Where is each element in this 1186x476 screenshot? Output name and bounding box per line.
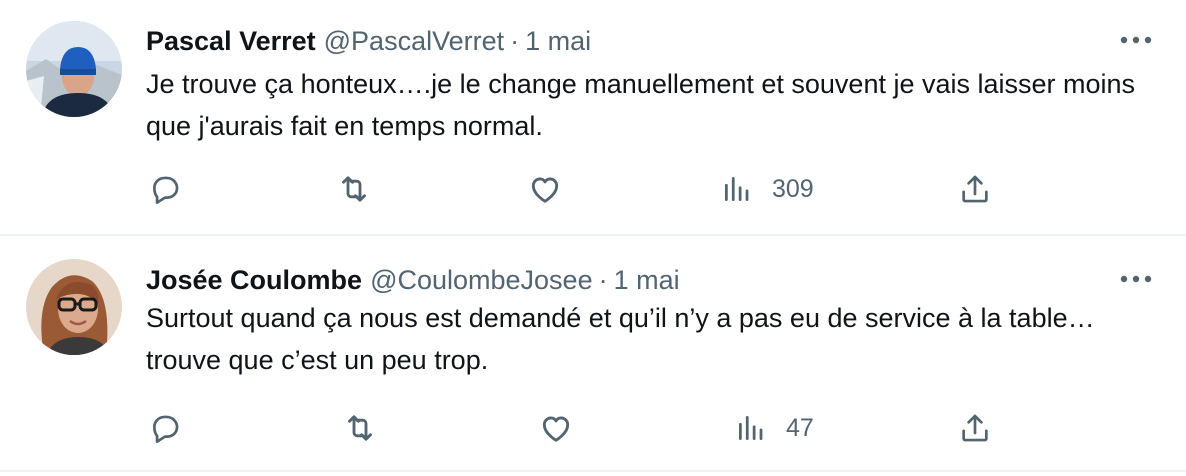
tweet-actions: 47 xyxy=(146,406,1186,450)
tweet-date[interactable]: 1 mai xyxy=(614,265,680,295)
views-button[interactable]: 309 xyxy=(722,167,814,211)
separator-dot: · xyxy=(598,265,608,295)
tweet-header: Josée Coulombe @CoulombeJosee · 1 mai xyxy=(146,260,680,300)
like-button[interactable] xyxy=(538,406,574,450)
view-count: 47 xyxy=(786,413,814,442)
reply-icon xyxy=(153,176,179,204)
reply-button[interactable] xyxy=(148,406,182,450)
reply-button[interactable] xyxy=(148,167,182,211)
like-button[interactable] xyxy=(527,167,563,211)
avatar-photo xyxy=(26,259,122,355)
view-count: 309 xyxy=(772,174,814,203)
more-button[interactable] xyxy=(1118,264,1154,294)
display-name[interactable]: Josée Coulombe xyxy=(146,265,362,295)
retweet-button[interactable] xyxy=(336,167,372,211)
more-icon xyxy=(1120,275,1152,283)
share-button[interactable] xyxy=(958,406,992,450)
user-handle[interactable]: @PascalVerret xyxy=(324,26,504,56)
separator-dot: · xyxy=(510,26,520,56)
tweet-header: Pascal Verret @PascalVerret · 1 mai xyxy=(146,21,591,61)
like-icon xyxy=(531,177,559,203)
more-icon xyxy=(1120,36,1152,44)
views-icon xyxy=(725,177,749,201)
reply-icon xyxy=(153,415,179,443)
tweet-actions: 309 xyxy=(146,167,1186,211)
like-icon xyxy=(542,416,570,442)
retweet-icon xyxy=(348,415,372,441)
avatar-photo xyxy=(26,21,122,117)
more-button[interactable] xyxy=(1118,25,1154,55)
retweet-button[interactable] xyxy=(342,406,378,450)
tweet-text: Surtout quand ça nous est demandé et qu’… xyxy=(146,303,1095,375)
retweet-icon xyxy=(342,176,366,202)
user-handle[interactable]: @CoulombeJosee xyxy=(370,265,593,295)
tweet[interactable]: Pascal Verret @PascalVerret · 1 mai Je trou… xyxy=(0,0,1186,236)
tweet[interactable]: Josée Coulombe @CoulombeJosee · 1 mai Surto… xyxy=(0,236,1186,472)
views-button[interactable]: 47 xyxy=(736,406,814,450)
avatar[interactable] xyxy=(26,21,122,117)
share-button[interactable] xyxy=(958,167,992,211)
avatar[interactable] xyxy=(26,259,122,355)
share-icon xyxy=(962,414,988,442)
tweet-feed: Pascal Verret @PascalVerret · 1 mai Je trou… xyxy=(0,0,1186,476)
tweet-text: Je trouve ça honteux….je le change manue… xyxy=(146,69,1136,141)
share-icon xyxy=(962,175,988,203)
display-name[interactable]: Pascal Verret xyxy=(146,26,316,56)
views-icon xyxy=(739,416,763,440)
tweet-date[interactable]: 1 mai xyxy=(525,26,591,56)
